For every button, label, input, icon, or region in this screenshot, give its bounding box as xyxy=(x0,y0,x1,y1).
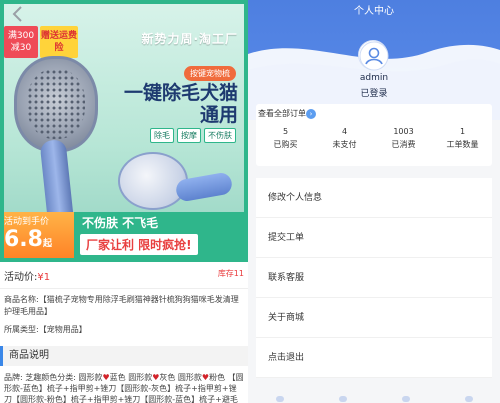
promo-price-box: 活动到手价 6.8起 xyxy=(0,212,74,262)
product-detail-panel: 满300减30 赠送运费险 新势力周·淘工厂 按键宠物梳 一键除毛犬猫通用 除毛… xyxy=(0,0,248,403)
stat-number: 1003 xyxy=(393,127,414,136)
promo-banner-text: 厂家让利 限时疯抢! xyxy=(80,234,198,255)
back-button[interactable] xyxy=(8,4,28,24)
promo-slogan: 不伤肤 不飞毛 xyxy=(82,216,159,230)
stat-tickets[interactable]: 1 工单数量 xyxy=(433,126,492,152)
stock-count: 库存11 xyxy=(217,269,244,278)
tab-icon[interactable] xyxy=(275,396,284,402)
pet-brush-illustration xyxy=(14,56,98,152)
banner-chip: 不伤肤 xyxy=(204,128,236,143)
menu-item-logout[interactable]: 点击退出 xyxy=(256,338,492,378)
promo-price-suffix: 起 xyxy=(42,239,52,249)
tab-icon[interactable] xyxy=(338,396,347,402)
banner-chip: 除毛 xyxy=(150,128,174,143)
round-brush-illustration xyxy=(118,152,188,210)
bottom-tab-bar-partial xyxy=(248,396,500,403)
stat-label: 已消费 xyxy=(391,140,416,149)
personal-center-panel: 个人中心 admin 已登录 查看全部订单 › 5 已购买 4 未支付 1003… xyxy=(248,0,500,403)
heart-icon: ♥ xyxy=(102,373,110,382)
stat-consumed[interactable]: 1003 已消费 xyxy=(374,126,433,152)
banner-brand-text: 新势力周·淘工厂 xyxy=(141,32,238,46)
stat-unpaid[interactable]: 4 未支付 xyxy=(315,126,374,152)
view-all-orders-label: 查看全部订单 xyxy=(258,109,306,118)
username: admin xyxy=(359,73,389,83)
login-status: 已登录 xyxy=(360,89,388,99)
order-stats: 5 已购买 4 未支付 1003 已消费 1 工单数量 xyxy=(256,126,492,152)
banner-title: 一键除毛犬猫通用 xyxy=(123,82,238,126)
promo-price-value: 6.8 xyxy=(4,227,43,252)
page-title: 个人中心 xyxy=(354,6,394,17)
price-label: 活动价: xyxy=(4,272,38,283)
menu-item-submit-ticket[interactable]: 提交工单 xyxy=(256,218,492,258)
stat-label: 未支付 xyxy=(332,140,357,149)
price-value: ¥1 xyxy=(37,272,51,283)
price-row: 活动价:¥1 库存11 xyxy=(0,268,248,288)
stat-label: 已购买 xyxy=(273,140,298,149)
stat-label: 工单数量 xyxy=(446,140,479,149)
desc-text: 灰色 圆形款 xyxy=(159,373,202,382)
promo-price: 6.8起 xyxy=(0,227,74,257)
banner-feature-chips: 除毛 按摩 不伤肤 xyxy=(150,128,236,143)
chevron-left-icon xyxy=(12,6,22,22)
description-body: 品牌: 芝趣颜色分类: 圆形款♥蓝色 圆形款♥灰色 圆形款♥粉色 【圆形款-蓝色… xyxy=(4,372,244,403)
product-category: 所属类型:【宠物用品】 xyxy=(4,325,87,334)
description-header: 商品说明 xyxy=(0,346,248,366)
tab-icon[interactable] xyxy=(401,396,410,402)
freight-insurance-badge: 赠送运费险 xyxy=(40,26,78,58)
product-name: 商品名称:【猫梳子宠物专用除浮毛刷猫神器针梳狗狗猫咪毛发清理护理毛用品】 xyxy=(4,295,239,316)
stat-number: 5 xyxy=(282,127,289,136)
product-banner-image: 满300减30 赠送运费险 新势力周·淘工厂 按键宠物梳 一键除毛犬猫通用 除毛… xyxy=(0,0,248,262)
menu-item-edit-profile[interactable]: 修改个人信息 xyxy=(256,178,492,218)
divider xyxy=(0,288,248,289)
avatar[interactable] xyxy=(358,40,389,71)
tab-icon[interactable] xyxy=(464,396,473,402)
orders-card: 查看全部订单 › 5 已购买 4 未支付 1003 已消费 1 工单数量 xyxy=(256,104,492,166)
full-reduction-badge: 满300减30 xyxy=(4,26,38,58)
view-all-orders-link[interactable]: 查看全部订单 › xyxy=(258,108,316,119)
desc-text: 蓝色 圆形款 xyxy=(109,373,153,382)
stat-number: 4 xyxy=(341,127,348,136)
promo-strip: 活动到手价 6.8起 不伤肤 不飞毛 厂家让利 限时疯抢! xyxy=(0,212,248,262)
stat-number: 1 xyxy=(459,127,466,136)
profile-menu: 修改个人信息 提交工单 联系客服 关于商城 点击退出 xyxy=(256,178,492,378)
stat-purchased[interactable]: 5 已购买 xyxy=(256,126,315,152)
menu-item-about-store[interactable]: 关于商城 xyxy=(256,298,492,338)
user-icon xyxy=(359,41,389,71)
banner-tag: 按键宠物梳 xyxy=(184,66,236,81)
banner-chip: 按摩 xyxy=(177,128,201,143)
desc-text: 品牌: 芝趣颜色分类: 圆形款 xyxy=(4,373,103,382)
promo-slogan-box: 不伤肤 不飞毛 厂家让利 限时疯抢! xyxy=(74,212,248,262)
info-icon: › xyxy=(306,108,316,119)
promo-label: 活动到手价 xyxy=(4,217,50,227)
profile-header: 个人中心 admin 已登录 xyxy=(248,0,500,120)
menu-item-contact-support[interactable]: 联系客服 xyxy=(256,258,492,298)
